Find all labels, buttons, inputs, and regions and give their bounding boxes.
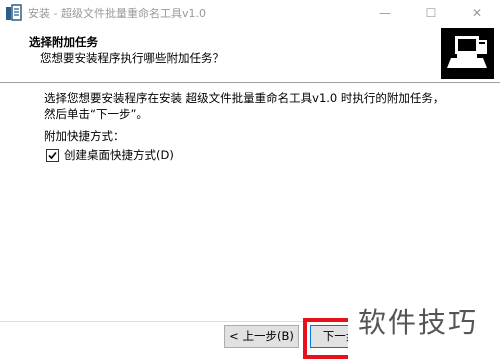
task-item-desktop-shortcut[interactable]: 创建桌面快捷方式(D): [46, 147, 174, 163]
watermark-text: 软件技巧: [358, 306, 479, 339]
minimize-button[interactable]: —: [362, 0, 408, 26]
watermark: 软件技巧: [348, 285, 500, 359]
desktop-shortcut-label: 创建桌面快捷方式(D): [64, 148, 174, 162]
back-button[interactable]: < 上一步(B): [224, 325, 299, 348]
task-description: 选择您想要安装程序在安装 超级文件批量重命名工具v1.0 时执行的附加任务，然后…: [44, 91, 445, 121]
title-bar: 安装 - 超级文件批量重命名工具v1.0 — ☐ ✕: [0, 0, 500, 26]
page-title: 选择附加任务: [29, 35, 98, 49]
checkmark-icon: [48, 151, 57, 159]
installer-app-icon: [6, 4, 22, 21]
tasks-group-label: 附加快捷方式：: [44, 129, 125, 143]
wizard-header: 选择附加任务 您想要安装程序执行哪些附加任务？: [0, 26, 500, 83]
maximize-button[interactable]: ☐: [408, 0, 454, 26]
installer-computer-icon: [441, 28, 494, 79]
page-subtitle: 您想要安装程序执行哪些附加任务？: [40, 51, 224, 65]
close-button[interactable]: ✕: [454, 0, 500, 26]
desktop-shortcut-checkbox[interactable]: [46, 148, 59, 162]
window-title: 安装 - 超级文件批量重命名工具v1.0: [28, 7, 206, 20]
